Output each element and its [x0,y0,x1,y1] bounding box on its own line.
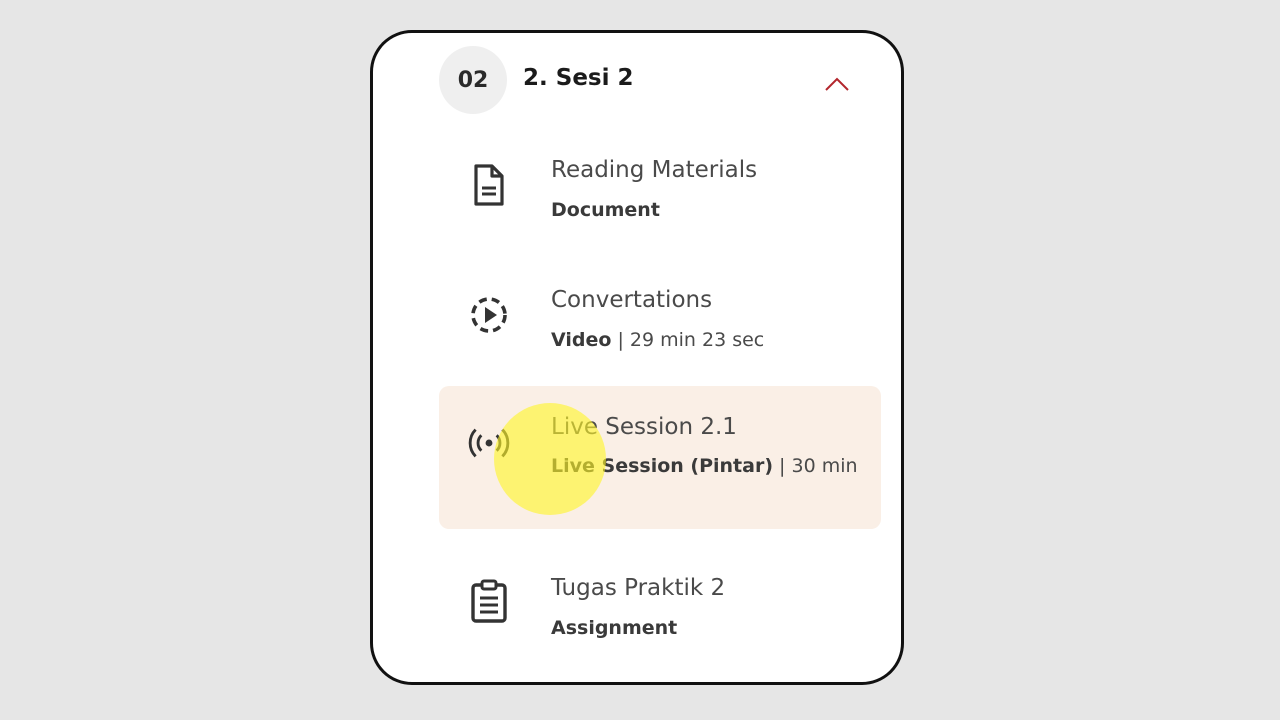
chevron-up-icon [825,77,849,91]
meta-separator: | [611,329,630,351]
lesson-meta: Assignment [551,613,861,644]
lesson-title: Live Session 2.1 [551,414,737,440]
collapse-button[interactable] [819,66,855,102]
course-panel: 02 2. Sesi 2 Reading Materials Document … [370,30,904,685]
lesson-item-reading-materials[interactable]: Reading Materials Document [439,145,881,255]
session-header[interactable]: 02 2. Sesi 2 [439,46,859,116]
lesson-type: Video [551,329,612,351]
lesson-item-tugas-praktik[interactable]: Tugas Praktik 2 Assignment [439,565,881,675]
lesson-title: Convertations [551,287,713,313]
meta-separator: | [773,455,792,477]
clipboard-icon [467,579,511,623]
session-title: 2. Sesi 2 [523,65,634,91]
screen: 02 2. Sesi 2 Reading Materials Document … [0,0,1280,720]
lesson-meta: Document [551,195,861,226]
broadcast-icon [467,421,511,465]
lesson-title: Reading Materials [551,157,758,183]
lesson-meta: Video | 29 min 23 sec [551,325,861,356]
lesson-item-live-session[interactable]: Live Session 2.1 Live Session (Pintar) |… [439,386,881,529]
lesson-title: Tugas Praktik 2 [551,575,726,601]
session-number-badge: 02 [439,46,507,114]
lesson-type: Live Session (Pintar) [551,455,774,477]
play-circle-icon [467,293,511,337]
document-icon [467,163,511,207]
lesson-meta: Live Session (Pintar) | 30 min [551,451,861,482]
lesson-duration: 29 min 23 sec [629,329,765,351]
lesson-item-convertations[interactable]: Convertations Video | 29 min 23 sec [439,275,881,385]
lesson-type: Assignment [551,617,678,639]
lesson-type: Document [551,199,660,221]
lesson-duration: 30 min [791,455,858,477]
